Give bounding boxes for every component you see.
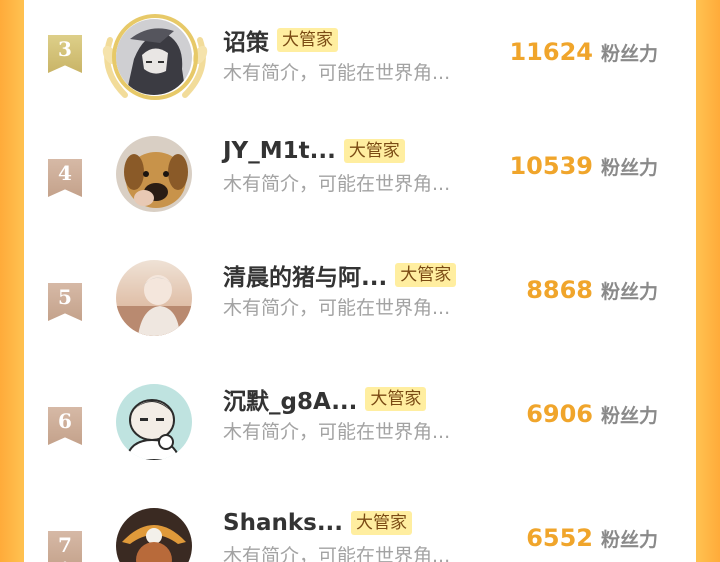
role-badge: 大管家: [351, 511, 413, 535]
dog-avatar-icon[interactable]: [116, 136, 192, 212]
fan-score-unit: 粉丝力: [600, 281, 658, 303]
leaderboard-panel: 3 诏策 大管家 木有简介，可能在世界角... 11624 粉丝力 4 JY_M…: [24, 0, 696, 562]
user-name[interactable]: JY_M1t...: [223, 138, 336, 164]
anime-boy-avatar-icon[interactable]: [116, 260, 192, 336]
user-bio: 木有简介，可能在世界角...: [223, 173, 451, 195]
user-bio: 木有简介，可能在世界角...: [223, 297, 451, 319]
fan-score-value: 10539: [509, 152, 593, 180]
user-bio: 木有简介，可能在世界角...: [223, 545, 451, 562]
rank-badge: 5: [48, 283, 82, 321]
list-item[interactable]: 5 清晨的猪与阿... 大管家 木有简介，可能在世界角... 8868 粉丝力: [24, 238, 696, 338]
user-name[interactable]: 诏策: [223, 23, 269, 57]
fan-score-unit: 粉丝力: [600, 43, 658, 65]
knight-avatar-icon[interactable]: [116, 19, 192, 95]
user-name[interactable]: 清晨的猪与阿...: [223, 258, 387, 292]
user-name[interactable]: Shanks...: [223, 510, 343, 536]
fan-score-value: 6552: [526, 524, 593, 552]
fan-score-unit: 粉丝力: [600, 157, 658, 179]
rank-badge: 7: [48, 531, 82, 562]
fan-score-value: 8868: [526, 276, 593, 304]
fan-score-unit: 粉丝力: [600, 529, 658, 551]
role-badge: 大管家: [343, 139, 405, 163]
list-item[interactable]: 7 Shanks... 大管家 木有简介，可能在世界角... 6552 粉丝力: [24, 486, 696, 562]
user-name[interactable]: 沉默_g8A...: [223, 382, 357, 416]
user-bio: 木有简介，可能在世界角...: [223, 62, 451, 84]
role-badge: 大管家: [277, 28, 338, 52]
pirate-avatar-icon[interactable]: [116, 508, 192, 562]
user-bio: 木有简介，可能在世界角...: [223, 421, 451, 443]
role-badge: 大管家: [395, 263, 457, 287]
fan-score-value: 6906: [526, 400, 593, 428]
list-item[interactable]: 6 沉默_g8A... 大管家 木有简介，可能在世界角... 6906 粉丝力: [24, 362, 696, 462]
rank-badge: 6: [48, 407, 82, 445]
fan-score-unit: 粉丝力: [600, 405, 658, 427]
rank-badge: 3: [48, 35, 82, 73]
fan-score-value: 11624: [509, 38, 593, 66]
list-item[interactable]: 3 诏策 大管家 木有简介，可能在世界角... 11624 粉丝力: [24, 0, 696, 100]
rank-badge: 4: [48, 159, 82, 197]
role-badge: 大管家: [365, 387, 427, 411]
list-item[interactable]: 4 JY_M1t... 大管家 木有简介，可能在世界角... 10539 粉丝力: [24, 114, 696, 214]
cartoon-boy-avatar-icon[interactable]: [116, 384, 192, 460]
